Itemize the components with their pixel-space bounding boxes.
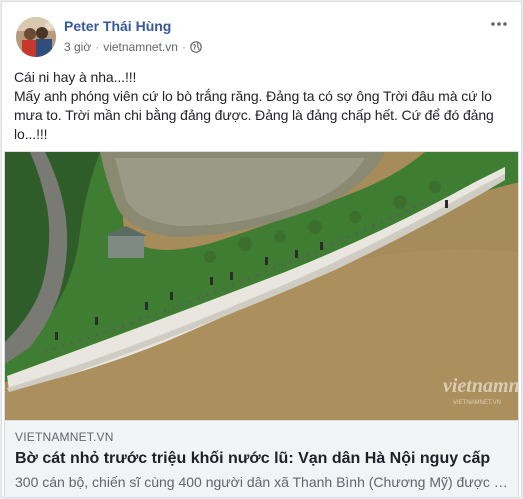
post-card: Peter Thái Hùng 3 giờ · vietnamnet.vn · … [1,1,522,498]
avatar-photo [16,17,56,57]
more-options-icon[interactable] [489,14,509,34]
post-timestamp[interactable]: 3 giờ [64,40,91,54]
meta-separator-2: · [181,40,186,54]
link-description: 300 cán bộ, chiến sĩ cùng 400 người dân … [15,474,509,490]
svg-text:VIETNAMNET.VN: VIETNAMNET.VN [453,400,501,406]
post-meta: 3 giờ · vietnamnet.vn · [64,40,202,54]
post-text: Cái ni hay à nha...!!! Mấy anh phóng viê… [14,68,514,144]
meta-separator: · [95,40,100,54]
post-source[interactable]: vietnamnet.vn [103,40,178,54]
author-name[interactable]: Peter Thái Hùng [64,18,171,34]
link-preview[interactable]: vietnamnet VIETNAMNET.VN VIETNAMNET.VN B… [4,151,519,497]
avatar[interactable] [16,17,56,57]
svg-text:vietnamnet: vietnamnet [443,375,519,397]
link-title[interactable]: Bờ cát nhỏ trước triệu khối nước lũ: Vạn… [15,449,515,469]
globe-icon[interactable] [190,41,202,53]
link-preview-photo[interactable]: vietnamnet VIETNAMNET.VN [5,152,519,420]
post-text-line-2: Mấy anh phóng viên cứ lo bò trắng răng. … [14,88,494,142]
post-text-line-1: Cái ni hay à nha...!!! [14,69,137,85]
link-info[interactable]: VIETNAMNET.VN Bờ cát nhỏ trước triệu khố… [5,420,518,497]
link-domain: VIETNAMNET.VN [15,430,114,444]
